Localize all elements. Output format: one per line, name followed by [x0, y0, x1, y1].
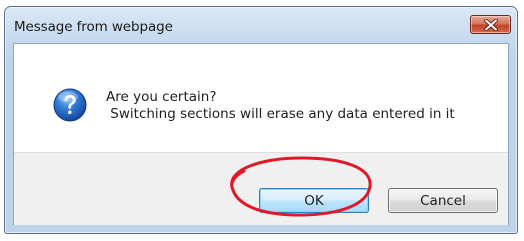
title-bar[interactable]: Message from webpage — [5, 7, 517, 47]
message-dialog: Message from webpage Are you certain? Sw… — [4, 6, 518, 234]
dialog-title: Message from webpage — [14, 19, 173, 35]
message-line-1: Are you certain? — [106, 89, 217, 105]
message-area: Are you certain? Switching sections will… — [14, 44, 508, 152]
button-area: OK Cancel — [14, 152, 508, 225]
ok-button[interactable]: OK — [259, 188, 369, 213]
close-button[interactable] — [470, 15, 511, 34]
dialog-client-area: Are you certain? Switching sections will… — [13, 43, 509, 225]
screenshot-stage: Message from webpage Are you certain? Sw… — [0, 0, 524, 241]
message-line-2: Switching sections will erase any data e… — [106, 106, 455, 122]
close-icon — [483, 18, 498, 31]
question-icon — [53, 88, 87, 122]
cancel-button[interactable]: Cancel — [388, 188, 498, 213]
